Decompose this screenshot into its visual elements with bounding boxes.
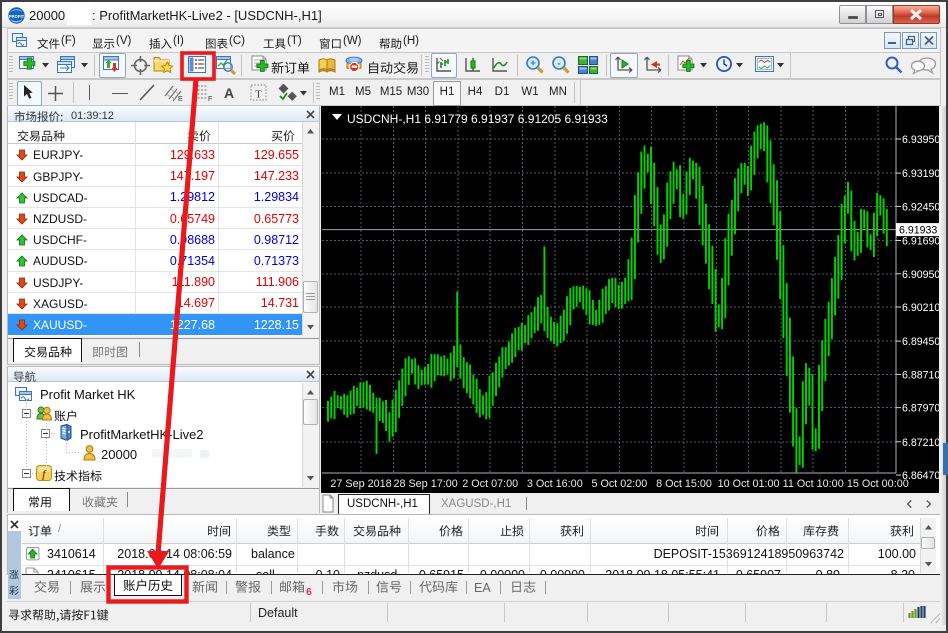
- svg-text:27 Sep 2018: 27 Sep 2018: [330, 478, 391, 490]
- svg-text:6.87210: 6.87210: [902, 437, 940, 449]
- svg-text:10 Oct 01:00: 10 Oct 01:00: [718, 478, 780, 490]
- svg-text:6.93950: 6.93950: [902, 134, 940, 146]
- svg-text:6.87970: 6.87970: [902, 403, 940, 415]
- svg-text:F: F: [208, 96, 212, 102]
- svg-text:+: +: [530, 59, 536, 70]
- svg-text:11 Oct 10:00: 11 Oct 10:00: [783, 478, 844, 490]
- svg-text:-: -: [557, 59, 560, 70]
- svg-text:3 Oct 16:00: 3 Oct 16:00: [527, 478, 583, 490]
- svg-text:6.90210: 6.90210: [902, 302, 940, 314]
- svg-text:6.91690: 6.91690: [902, 236, 940, 248]
- svg-text:15 Oct 00:00: 15 Oct 00:00: [847, 478, 909, 490]
- svg-text:6.92450: 6.92450: [902, 201, 940, 213]
- svg-text:E: E: [178, 96, 183, 102]
- svg-text:6.90950: 6.90950: [902, 269, 940, 281]
- svg-text:5 Oct 02:00: 5 Oct 02:00: [591, 478, 647, 490]
- svg-text:6.93190: 6.93190: [902, 168, 940, 180]
- svg-text:8 Oct 15:00: 8 Oct 15:00: [656, 478, 712, 490]
- svg-text:USDCNH-,H1 6.91779 6.91937 6.: USDCNH-,H1 6.91779 6.91937 6.91205 6.919…: [347, 112, 608, 126]
- svg-text:PROFIT: PROFIT: [9, 14, 25, 19]
- svg-text:6.88710: 6.88710: [902, 369, 940, 381]
- svg-text:6.91933: 6.91933: [899, 225, 937, 237]
- svg-text:6.89450: 6.89450: [902, 336, 940, 348]
- svg-text:28 Sep 17:00: 28 Sep 17:00: [393, 478, 457, 490]
- svg-text:2 Oct 07:00: 2 Oct 07:00: [462, 478, 518, 490]
- svg-text:T: T: [255, 89, 262, 101]
